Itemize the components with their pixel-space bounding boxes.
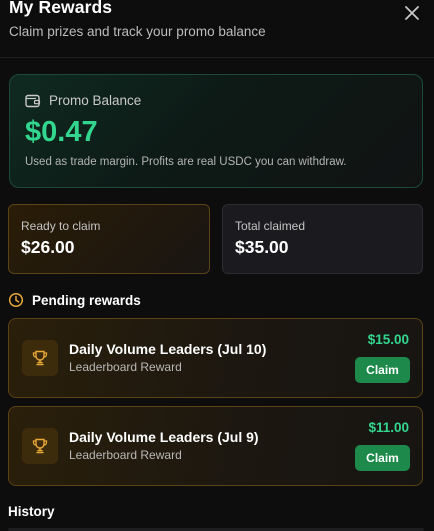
reward-item: Daily Volume Leaders (Jul 9) Leaderboard…: [8, 406, 423, 486]
rewards-header: My Rewards Claim prizes and track your p…: [0, 0, 434, 58]
ready-to-claim-value: $26.00: [21, 237, 75, 257]
pending-rewards-title: Pending rewards: [32, 292, 141, 308]
reward-item: Daily Volume Leaders (Jul 10) Leaderboar…: [8, 318, 423, 398]
total-claimed-card: Total claimed $35.00: [222, 204, 423, 274]
promo-balance-card: Promo Balance $0.47 Used as trade margin…: [9, 74, 423, 188]
close-button[interactable]: [404, 5, 420, 21]
reward-type: Leaderboard Reward: [69, 360, 182, 374]
promo-balance-label: Promo Balance: [49, 93, 142, 108]
close-icon: [405, 6, 419, 20]
claim-button[interactable]: Claim: [355, 357, 410, 383]
trophy-icon: [32, 350, 48, 366]
page-subtitle: Claim prizes and track your promo balanc…: [9, 24, 266, 39]
total-claimed-value: $35.00: [235, 237, 289, 257]
ready-to-claim-label: Ready to claim: [21, 219, 101, 233]
page-title: My Rewards: [9, 0, 113, 17]
reward-name: Daily Volume Leaders (Jul 10): [69, 341, 267, 357]
claim-button[interactable]: Claim: [355, 445, 410, 471]
history-title: History: [8, 504, 55, 519]
promo-balance-note: Used as trade margin. Profits are real U…: [25, 156, 347, 168]
ready-to-claim-card: Ready to claim $26.00: [8, 204, 210, 274]
wallet-icon: [25, 94, 41, 107]
clock-icon: [8, 292, 24, 308]
pending-rewards-heading: Pending rewards: [8, 292, 141, 308]
promo-balance-amount: $0.47: [25, 116, 98, 148]
reward-type: Leaderboard Reward: [69, 448, 182, 462]
reward-amount: $11.00: [368, 420, 409, 435]
reward-amount: $15.00: [367, 332, 409, 347]
trophy-icon: [32, 438, 48, 454]
reward-name: Daily Volume Leaders (Jul 9): [69, 429, 259, 445]
total-claimed-label: Total claimed: [235, 219, 306, 233]
